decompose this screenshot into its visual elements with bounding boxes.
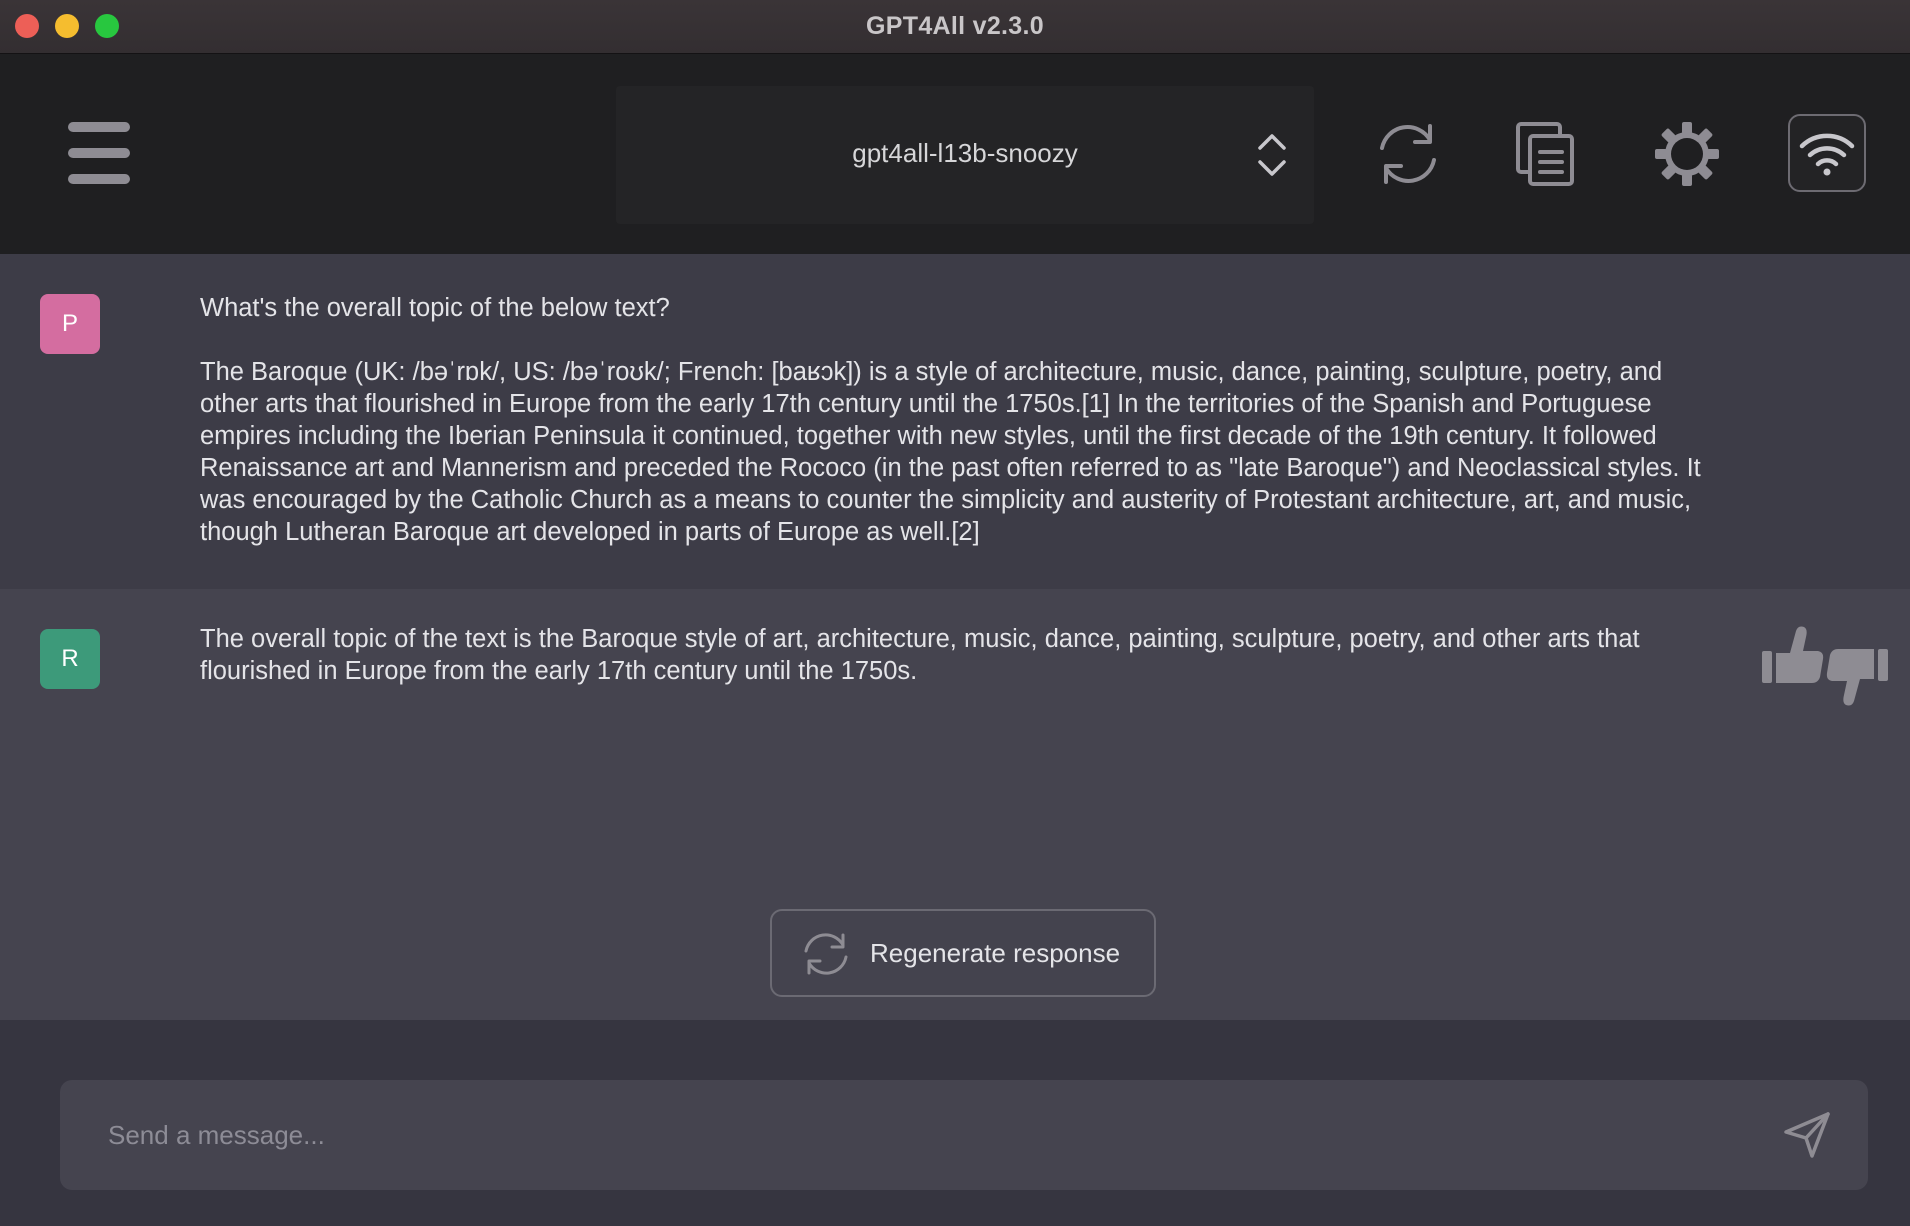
response-text[interactable]: The overall topic of the text is the Bar… (200, 623, 1740, 687)
prompt-question: What's the overall topic of the below te… (200, 294, 670, 322)
network-button[interactable] (1788, 114, 1866, 192)
message-input[interactable] (60, 1080, 1760, 1190)
copy-conversation-icon[interactable] (1510, 118, 1582, 190)
regenerate-label: Regenerate response (870, 938, 1121, 968)
chevron-updown-icon (1258, 134, 1286, 176)
user-avatar: P (40, 294, 100, 354)
model-name: gpt4all-l13b-snoozy (852, 138, 1078, 168)
feedback-buttons (1762, 626, 1888, 706)
assistant-avatar: R (40, 629, 100, 689)
conversation-view[interactable]: P What's the overall topic of the below … (0, 254, 1910, 1020)
regenerate-icon (804, 933, 848, 975)
reset-context-icon[interactable] (1372, 118, 1444, 190)
window-title: GPT4All v2.3.0 (866, 12, 1044, 40)
app-window: GPT4All v2.3.0 gpt4all-l13b-snoozy P Wha… (0, 0, 1910, 1226)
menu-icon[interactable] (68, 122, 130, 184)
prompt-text[interactable]: What's the overall topic of the below te… (200, 292, 1720, 548)
thumbs-up-icon[interactable] (1762, 626, 1824, 684)
network-icon (1799, 133, 1855, 176)
model-selector[interactable]: gpt4all-l13b-snoozy (616, 86, 1314, 224)
prompt-body: The Baroque (UK: /bəˈrɒk/, US: /bəˈroʊk/… (200, 358, 1708, 546)
input-area (0, 1020, 1910, 1226)
header-toolbar: gpt4all-l13b-snoozy (0, 54, 1910, 254)
send-icon[interactable] (1782, 1110, 1832, 1160)
regenerate-response-button[interactable]: Regenerate response (770, 909, 1156, 997)
thumbs-down-icon[interactable] (1826, 649, 1888, 706)
prompt-message: P What's the overall topic of the below … (0, 254, 1910, 589)
message-input-box (60, 1080, 1868, 1190)
title-bar: GPT4All v2.3.0 (0, 0, 1910, 54)
settings-icon[interactable] (1651, 118, 1723, 190)
